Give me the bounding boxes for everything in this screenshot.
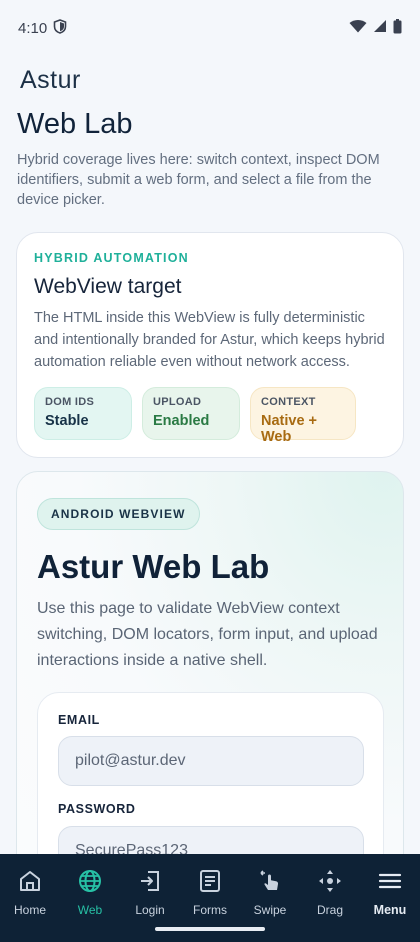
pill-value: Enabled [153,413,210,429]
email-field[interactable]: pilot@astur.dev [58,736,364,786]
nav-drag[interactable]: Drag [300,868,360,917]
status-left: 4:10 [18,18,67,38]
drag-icon [317,868,343,897]
hybrid-eyebrow: HYBRID AUTOMATION [34,251,189,265]
nav-label: Web [77,903,103,917]
nav-forms[interactable]: Forms [180,868,240,917]
pill-label: DOM IDS [45,396,95,408]
webview-card[interactable]: ANDROID WEBVIEW Astur Web Lab Use this p… [16,471,404,891]
status-right [349,18,402,38]
nav-login[interactable]: Login [120,868,180,917]
nav-label: Login [135,903,165,917]
nav-label: Forms [193,903,227,917]
page-title: Web Lab [17,108,133,140]
nav-label: Swipe [253,903,287,917]
login-icon [137,868,163,897]
nav-web[interactable]: Web [60,868,120,917]
pill-value: Native + Web [261,413,318,445]
hybrid-card-description: The HTML inside this WebView is fully de… [34,310,385,370]
password-label: PASSWORD [58,802,136,816]
globe-icon [77,868,103,897]
pill-value: Stable [45,413,89,429]
form-icon [197,868,223,897]
nav-label: Menu [373,903,407,917]
logo-text: Astur [20,66,81,94]
webview-title: Astur Web Lab [37,548,270,585]
pill-context: CONTEXT Native + Web [250,387,356,445]
pill-label: CONTEXT [261,396,316,408]
pill-upload: UPLOAD Enabled [142,387,240,440]
email-label: EMAIL [58,713,100,727]
status-pills: DOM IDS Stable UPLOAD Enabled CONTEXT Na… [34,387,386,445]
nav-menu[interactable]: Menu [360,868,420,917]
status-bar: 4:10 [0,0,420,56]
hybrid-automation-card: HYBRID AUTOMATION WebView target The HTM… [16,232,404,458]
nav-home[interactable]: Home [0,868,60,917]
page-description: Hybrid coverage lives here: switch conte… [17,152,380,208]
menu-icon [377,868,403,897]
pill-dom-ids: DOM IDS Stable [34,387,132,440]
nav-swipe[interactable]: Swipe [240,868,300,917]
home-icon [17,868,43,897]
android-webview-badge: ANDROID WEBVIEW [37,498,200,530]
swipe-icon [257,868,283,897]
nav-label: Drag [316,903,343,917]
wifi-icon [349,19,367,37]
nav-label: Home [13,903,46,917]
astur-logo: Astur [20,66,81,95]
gesture-handle[interactable] [155,927,265,931]
status-time: 4:10 [18,19,48,37]
battery-icon [393,18,402,38]
signal-icon [373,19,387,37]
pill-label: UPLOAD [153,396,202,408]
hybrid-card-title: WebView target [34,275,182,298]
webview-description: Use this page to validate WebView contex… [37,600,378,669]
shield-icon [53,18,67,38]
